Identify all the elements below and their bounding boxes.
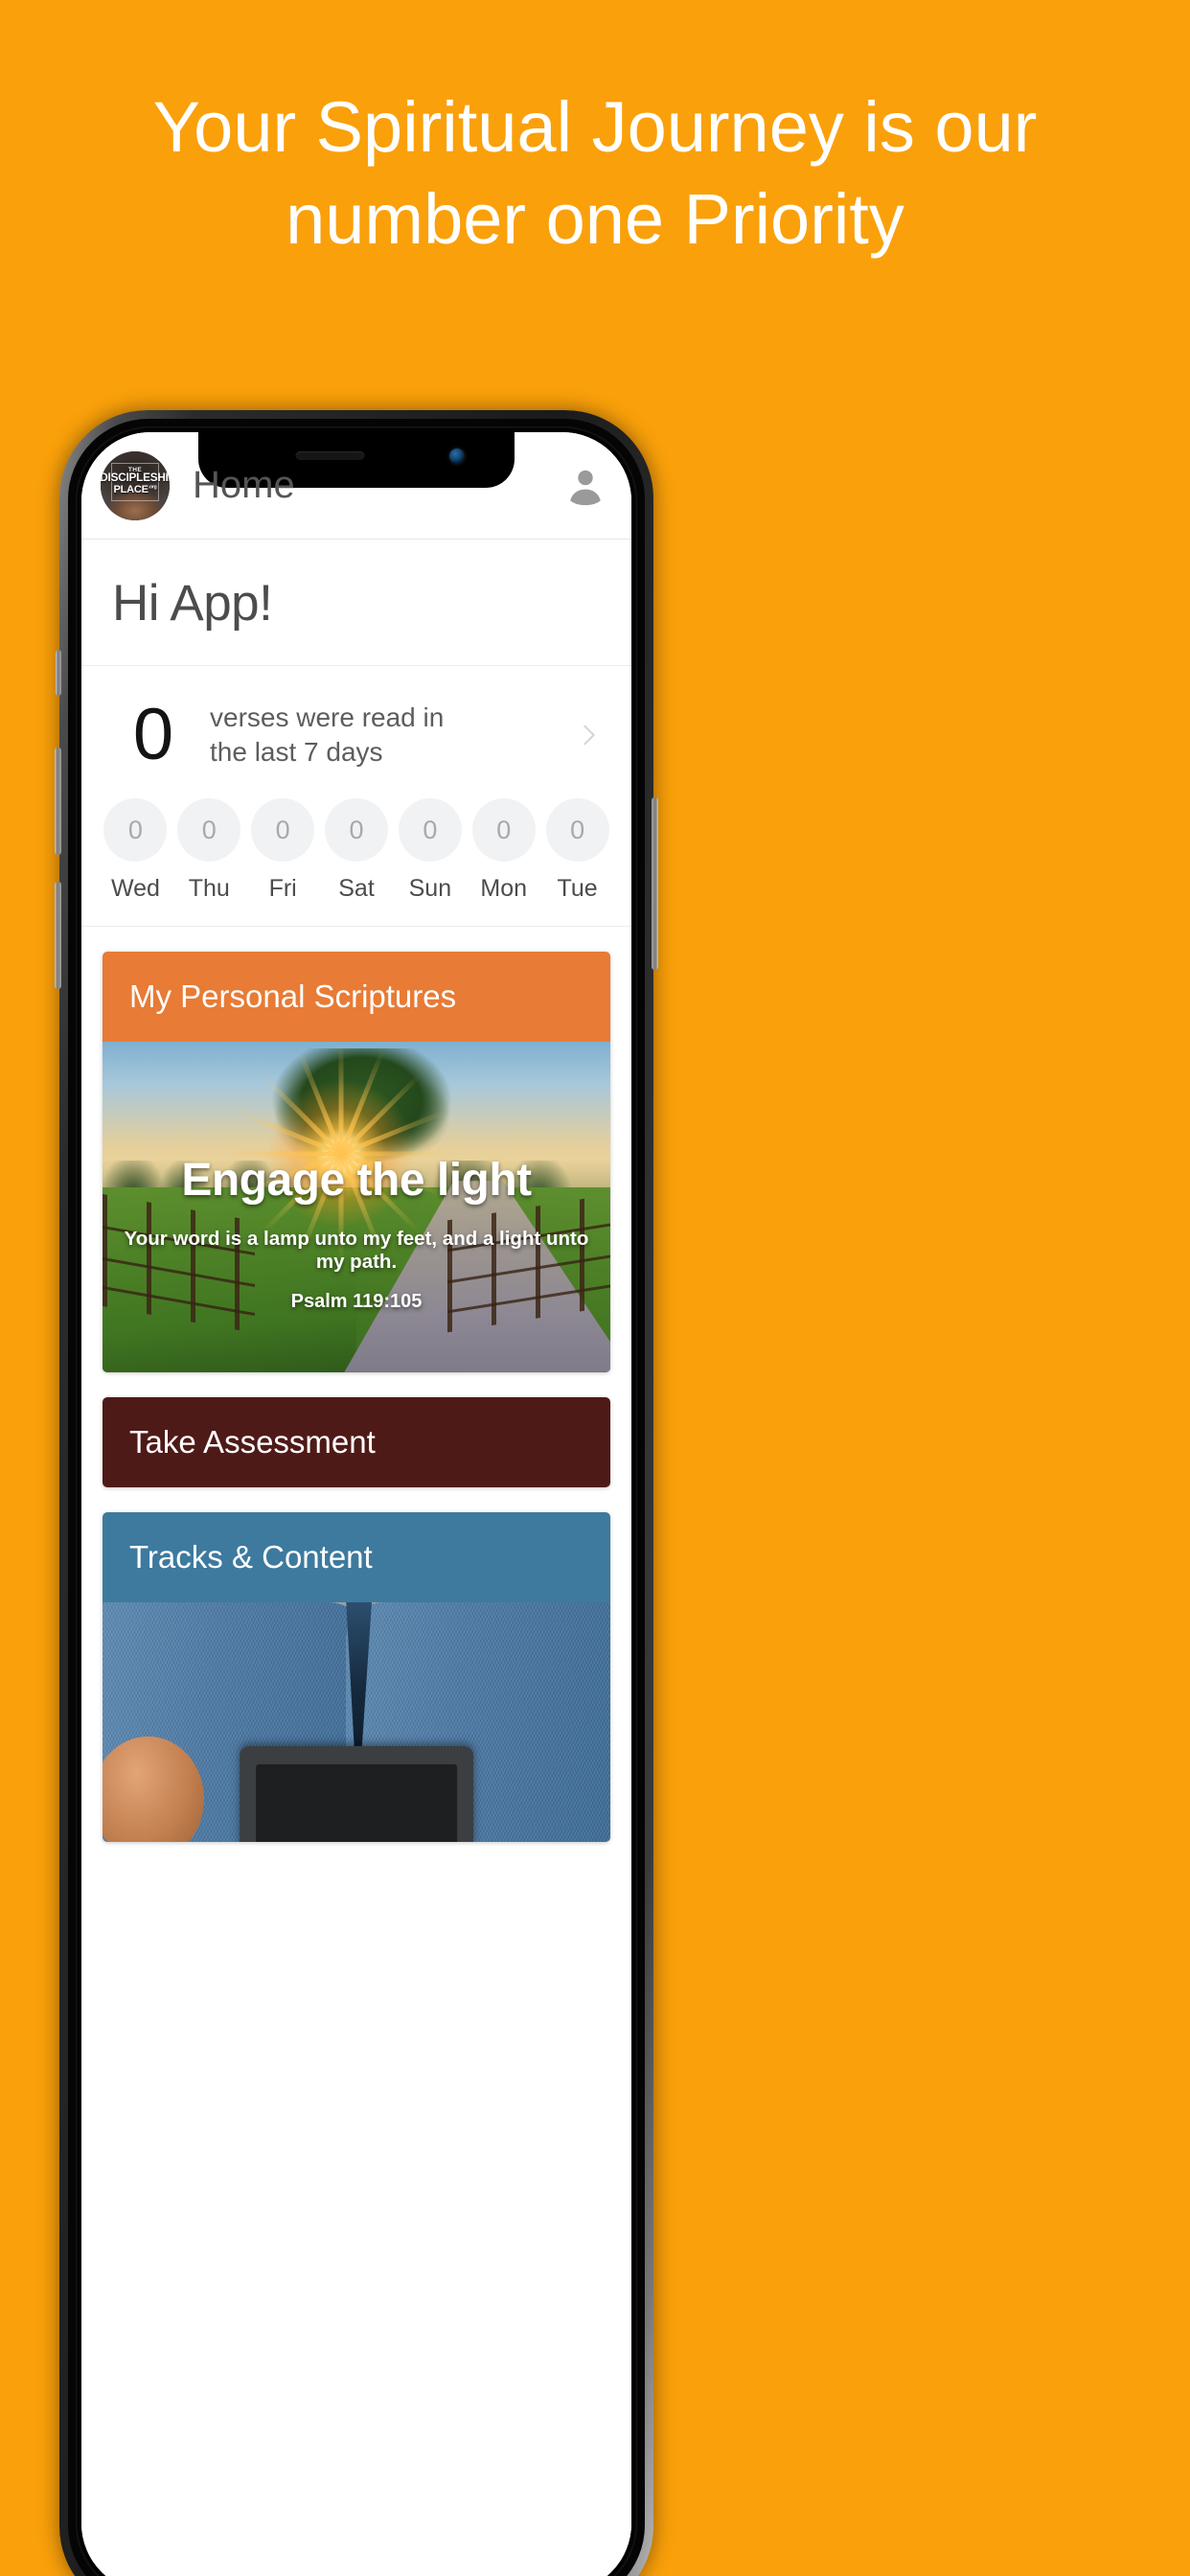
card-title-tracks-and-content: Tracks & Content — [103, 1512, 610, 1602]
scripture-hero-reference: Psalm 119:105 — [290, 1291, 423, 1313]
day-value-tue: 0 — [545, 798, 609, 862]
app-root: THE DISCIPLESHIP PLACE.org Home Hi App! … — [81, 432, 631, 2576]
weekly-reading-strip: 0 Wed 0 Thu 0 Fri 0 Sat 0 Sun 0 Mon 0 Tu… — [81, 798, 631, 903]
day-value-sat: 0 — [325, 798, 388, 862]
scripture-hero-title: Engage the light — [181, 1155, 532, 1207]
promo-headline-line-2: number one Priority — [286, 179, 904, 259]
day-value-sun: 0 — [398, 798, 462, 862]
app-logo[interactable]: THE DISCIPLESHIP PLACE.org — [101, 450, 170, 520]
tracks-hero-tablet — [240, 1746, 473, 1842]
phone-mute-switch[interactable] — [56, 650, 61, 696]
promo-screenshot: Your Spiritual Journey is our number one… — [0, 0, 1190, 2576]
home-cards: My Personal Scriptures Engage the light … — [81, 927, 631, 1842]
chevron-right-icon[interactable] — [574, 717, 603, 753]
person-icon[interactable] — [564, 465, 606, 507]
reading-stats-card[interactable]: 0 verses were read in the last 7 days 0 … — [81, 666, 631, 927]
greeting-text: Hi App! — [112, 575, 273, 632]
day-column-tue[interactable]: 0 Tue — [540, 798, 614, 903]
app-logo-line-place: PLACE.org — [101, 483, 170, 495]
day-label-sat: Sat — [338, 875, 375, 902]
day-column-fri[interactable]: 0 Fri — [246, 798, 320, 903]
day-column-sun[interactable]: 0 Sun — [393, 798, 467, 903]
tracks-hero-tablet-screen — [256, 1763, 457, 1842]
phone-mockup: THE DISCIPLESHIP PLACE.org Home Hi App! … — [55, 410, 658, 2576]
day-value-fri: 0 — [251, 798, 315, 862]
day-column-thu[interactable]: 0 Thu — [172, 798, 246, 903]
day-value-thu: 0 — [177, 798, 241, 862]
day-label-sun: Sun — [408, 875, 452, 902]
phone-volume-up-button[interactable] — [55, 748, 61, 855]
card-title-my-personal-scriptures: My Personal Scriptures — [103, 952, 610, 1042]
tracks-hero-image[interactable] — [103, 1602, 610, 1842]
promo-headline-line-1: Your Spiritual Journey is our — [152, 87, 1038, 167]
earpiece-speaker-icon — [295, 451, 365, 460]
card-take-assessment[interactable]: Take Assessment — [103, 1397, 610, 1487]
day-label-mon: Mon — [480, 875, 528, 902]
verses-read-line-2: the last 7 days — [210, 737, 383, 767]
card-tracks-and-content[interactable]: Tracks & Content — [103, 1512, 610, 1842]
day-column-mon[interactable]: 0 Mon — [467, 798, 540, 903]
phone-volume-down-button[interactable] — [55, 882, 61, 989]
phone-screen: THE DISCIPLESHIP PLACE.org Home Hi App! … — [81, 432, 631, 2576]
verses-read-count: 0 — [132, 694, 174, 775]
greeting-section: Hi App! — [81, 540, 631, 666]
app-logo-line-discipleship: DISCIPLESHIP — [101, 472, 170, 485]
page-title: Home — [193, 464, 295, 506]
card-title-take-assessment: Take Assessment — [103, 1397, 610, 1487]
verses-read-description: verses were read in the last 7 days — [210, 701, 574, 770]
reading-stats-row[interactable]: 0 verses were read in the last 7 days — [81, 666, 631, 798]
front-camera-icon — [449, 448, 465, 464]
verses-read-line-1: verses were read in — [210, 702, 445, 733]
app-logo-org-suffix: .org — [148, 484, 157, 491]
day-label-wed: Wed — [110, 875, 160, 902]
scripture-hero-text: Engage the light Your word is a lamp unt… — [103, 1154, 610, 1313]
day-label-fri: Fri — [268, 875, 297, 902]
day-column-wed[interactable]: 0 Wed — [99, 798, 172, 903]
day-label-tue: Tue — [557, 875, 598, 902]
card-my-personal-scriptures[interactable]: My Personal Scriptures Engage the light … — [103, 952, 610, 1372]
promo-headline: Your Spiritual Journey is our number one… — [0, 92, 1190, 276]
app-logo-text: THE DISCIPLESHIP PLACE.org — [101, 467, 170, 496]
scripture-hero-subtitle: Your word is a lamp unto my feet, and a … — [124, 1228, 589, 1274]
day-label-thu: Thu — [188, 875, 230, 902]
home-scroll-area[interactable]: Hi App! 0 verses were read in the last 7… — [81, 540, 631, 2576]
day-value-wed: 0 — [103, 798, 168, 862]
day-column-sat[interactable]: 0 Sat — [320, 798, 394, 903]
scripture-hero-image[interactable]: Engage the light Your word is a lamp unt… — [103, 1042, 610, 1372]
phone-power-button[interactable] — [652, 797, 658, 970]
app-logo-place-word: PLACE — [113, 483, 149, 495]
day-value-mon: 0 — [471, 798, 536, 862]
